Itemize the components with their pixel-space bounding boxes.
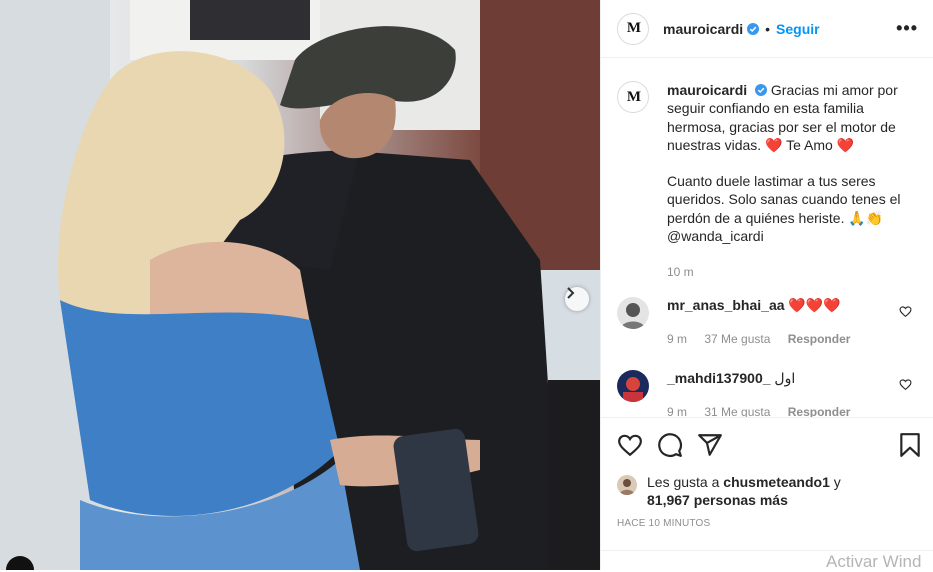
avatar-logo-text: M <box>626 20 641 36</box>
share-icon[interactable] <box>697 432 723 458</box>
commenter-avatar-image <box>617 370 649 402</box>
avatar[interactable]: M <box>617 12 649 45</box>
comment-heart-icon[interactable] <box>899 378 912 391</box>
commenter-username[interactable]: mr_anas_bhai_aa <box>667 297 785 313</box>
comment-icon[interactable] <box>657 432 683 458</box>
comment-text: ❤️❤️❤️ <box>788 297 841 313</box>
comment-time[interactable]: 9 m <box>667 332 687 346</box>
photo-illustration <box>0 0 600 570</box>
likes-prefix: Les gusta a <box>647 474 720 490</box>
commenter-avatar[interactable] <box>617 297 649 329</box>
follow-button[interactable]: Seguir <box>776 21 820 37</box>
reply-button[interactable]: Responder <box>788 332 851 346</box>
post-header: M mauroicardi • Seguir ••• <box>601 0 933 58</box>
likes-summary: Les gusta a chusmeteando1 y 81,967 perso… <box>617 473 917 509</box>
comment-time[interactable]: 9 m <box>667 405 687 417</box>
comment-likes[interactable]: 37 Me gusta <box>704 332 770 346</box>
comment-likes[interactable]: 31 Me gusta <box>704 405 770 417</box>
comments-list[interactable]: M mauroicardi Gracias mi amor por seguir… <box>601 59 933 417</box>
caption-text-2: Cuanto duele lastimar a tus seres querid… <box>667 173 901 245</box>
liker-avatar-image <box>617 475 637 495</box>
caption-avatar[interactable]: M <box>617 81 649 113</box>
reply-button[interactable]: Responder <box>788 405 851 417</box>
likes-count[interactable]: 81,967 personas más <box>647 492 788 508</box>
commenter-username[interactable]: _mahdi137900_ <box>667 370 771 386</box>
caption-time: 10 m <box>667 265 694 280</box>
heart-icon[interactable] <box>617 432 643 458</box>
verified-badge-icon <box>747 22 760 35</box>
post-actions-bar <box>601 417 933 474</box>
separator-dot: • <box>765 20 771 37</box>
post-side-panel: M mauroicardi • Seguir ••• M mauroicardi… <box>600 0 933 570</box>
comment-heart-icon[interactable] <box>899 305 912 318</box>
post-photo[interactable] <box>0 0 600 570</box>
chevron-right-icon <box>567 287 575 299</box>
commenter-avatar-image <box>617 297 649 329</box>
comment-text: اول <box>774 370 796 386</box>
carousel-next-button[interactable] <box>565 287 589 311</box>
avatar-logo-text: M <box>626 88 641 105</box>
liker-avatar[interactable] <box>617 475 637 495</box>
verified-badge-icon <box>755 84 768 96</box>
bookmark-icon[interactable] <box>897 432 923 458</box>
post-timestamp[interactable]: HACE 10 MINUTOS <box>617 518 710 529</box>
commenter-avatar[interactable] <box>617 370 649 402</box>
comment-item: mr_anas_bhai_aa ❤️❤️❤️ 9 m 37 Me gusta R… <box>617 297 922 346</box>
windows-activation-watermark: Activar Wind <box>826 552 922 571</box>
liker-username[interactable]: chusmeteando1 <box>723 474 830 490</box>
more-options-button[interactable]: ••• <box>896 18 918 39</box>
author-username[interactable]: mauroicardi <box>663 21 743 37</box>
caption: M mauroicardi Gracias mi amor por seguir… <box>617 81 917 282</box>
comment-item: _mahdi137900_ اول 9 m 31 Me gusta Respon… <box>617 370 922 417</box>
likes-mid: y <box>833 474 841 490</box>
caption-username[interactable]: mauroicardi <box>667 82 747 98</box>
